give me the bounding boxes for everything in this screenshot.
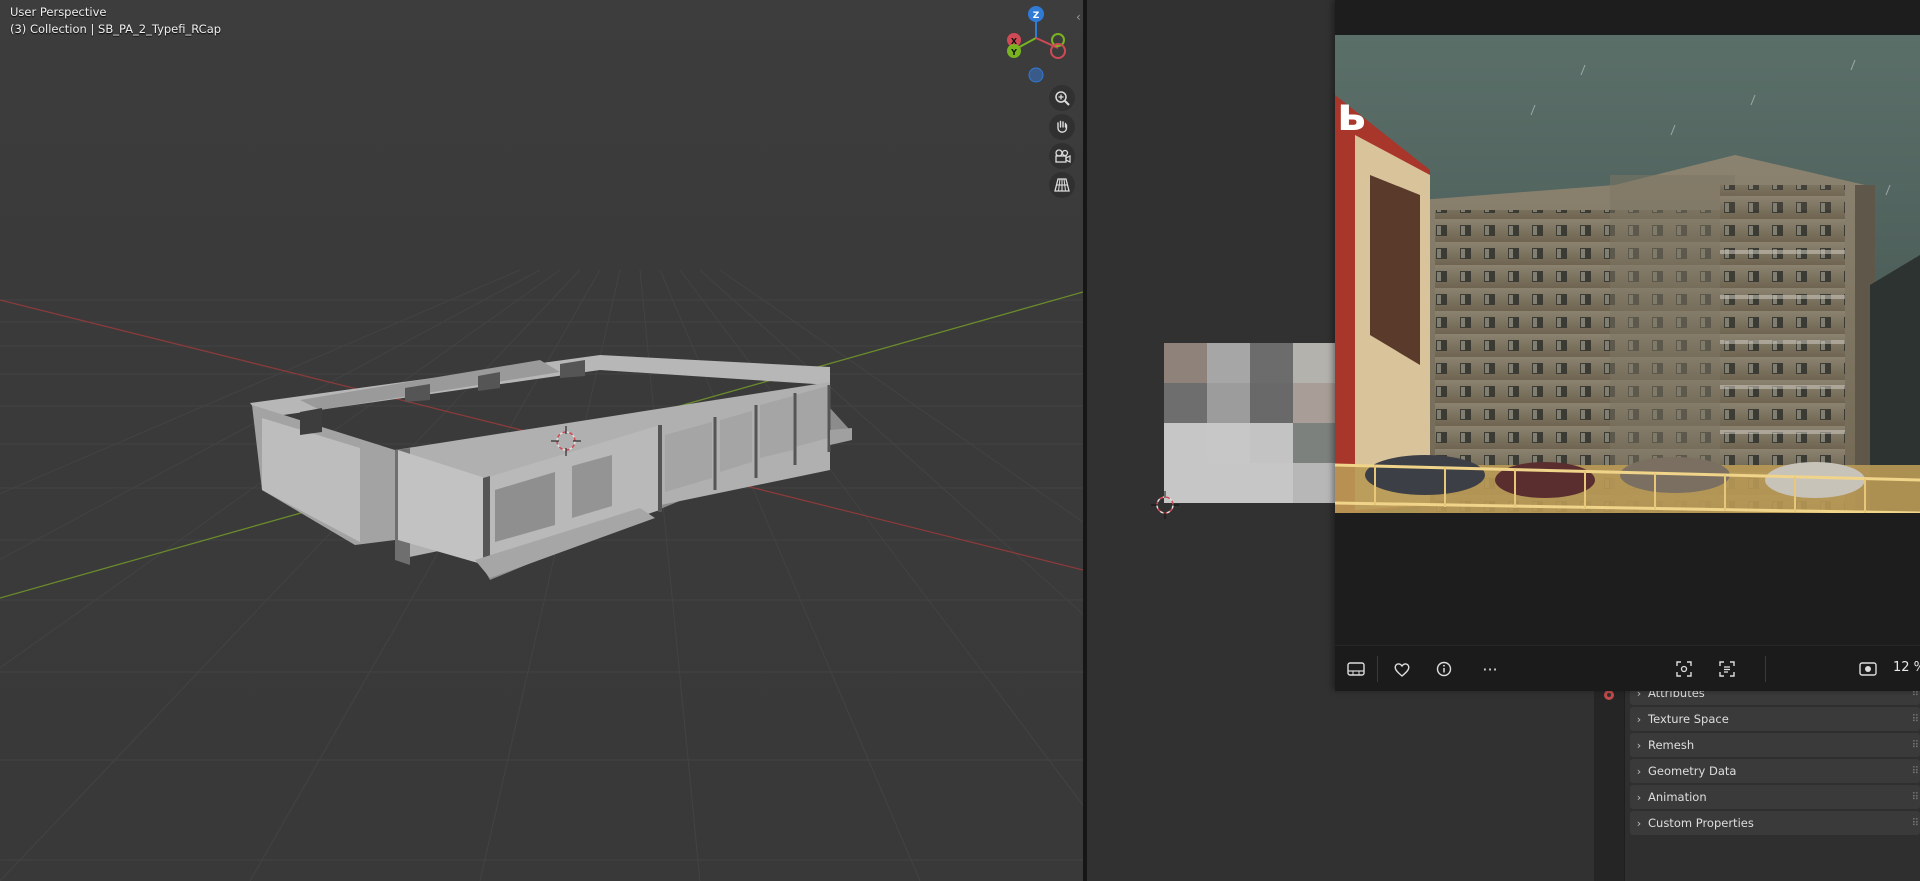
drag-handle-icon[interactable]: ⠿	[1912, 792, 1919, 803]
toolbar-divider	[1377, 656, 1378, 682]
chevron-left-icon[interactable]: ‹	[1076, 10, 1081, 24]
drag-handle-icon[interactable]: ⠿	[1912, 740, 1919, 751]
building-model	[250, 355, 852, 580]
gizmo-z-label: Z	[1033, 11, 1040, 21]
gizmo-y-label: Y	[1010, 48, 1017, 57]
3d-cursor-icon	[1151, 491, 1179, 519]
chevron-right-icon: ›	[1636, 790, 1642, 804]
viewport-scene: Z X Y	[0, 6, 1083, 881]
heart-icon[interactable]	[1390, 657, 1414, 681]
grid-perspective-icon[interactable]	[1049, 172, 1075, 198]
zoom-in-icon[interactable]	[1049, 85, 1075, 111]
panel-label: Geometry Data	[1648, 764, 1737, 778]
gizmo-x-label: X	[1011, 37, 1018, 46]
chevron-right-icon: ›	[1636, 816, 1642, 830]
chevron-right-icon: ›	[1636, 764, 1642, 778]
chevron-right-icon: ›	[1636, 712, 1642, 726]
properties-tab-strip	[1594, 680, 1625, 881]
viewport-title: User Perspective	[10, 5, 107, 19]
building-photo: ь	[1335, 35, 1920, 585]
zoom-level[interactable]: 12 %	[1893, 660, 1920, 675]
panel-label: Texture Space	[1648, 712, 1729, 726]
panel-texture-space[interactable]: › Texture Space ⠿	[1630, 707, 1920, 731]
pixelated-thumbnail	[1164, 343, 1336, 503]
screen-capture-icon[interactable]	[1856, 657, 1880, 681]
orientation-gizmo: Z X Y	[1007, 6, 1066, 83]
viewer-toolbar: ··· 12 %	[1335, 645, 1920, 691]
viewport-collection-label: (3) Collection | SB_PA_2_Typefi_RCap	[10, 22, 222, 36]
panel-animation[interactable]: › Animation ⠿	[1630, 785, 1920, 809]
panel-label: Animation	[1648, 790, 1707, 804]
hand-pan-icon[interactable]	[1049, 114, 1075, 140]
drag-handle-icon[interactable]: ⠿	[1912, 766, 1919, 777]
photo-sign-letter: ь	[1337, 87, 1366, 141]
text-scan-icon[interactable]	[1715, 657, 1739, 681]
more-icon[interactable]: ···	[1475, 657, 1505, 681]
image-viewer-window[interactable]: ь ··· 12	[1335, 0, 1920, 691]
panel-remesh[interactable]: › Remesh ⠿	[1630, 733, 1920, 757]
toolbar-divider	[1765, 656, 1766, 682]
chevron-right-icon: ›	[1636, 738, 1642, 752]
panel-label: Remesh	[1648, 738, 1695, 752]
drag-handle-icon[interactable]: ⠿	[1912, 818, 1919, 829]
3d-viewport[interactable]: Z X Y User Perspective (3) Collection | …	[0, 0, 1083, 881]
scan-icon[interactable]	[1672, 657, 1696, 681]
drag-handle-icon[interactable]: ⠿	[1912, 714, 1919, 725]
panel-label: Custom Properties	[1648, 816, 1754, 830]
panel-geometry-data[interactable]: › Geometry Data ⠿	[1630, 759, 1920, 783]
filmstrip-icon[interactable]	[1344, 657, 1368, 681]
info-icon[interactable]	[1432, 657, 1456, 681]
panel-custom-properties[interactable]: › Custom Properties ⠿	[1630, 811, 1920, 835]
camera-icon[interactable]	[1049, 143, 1075, 169]
